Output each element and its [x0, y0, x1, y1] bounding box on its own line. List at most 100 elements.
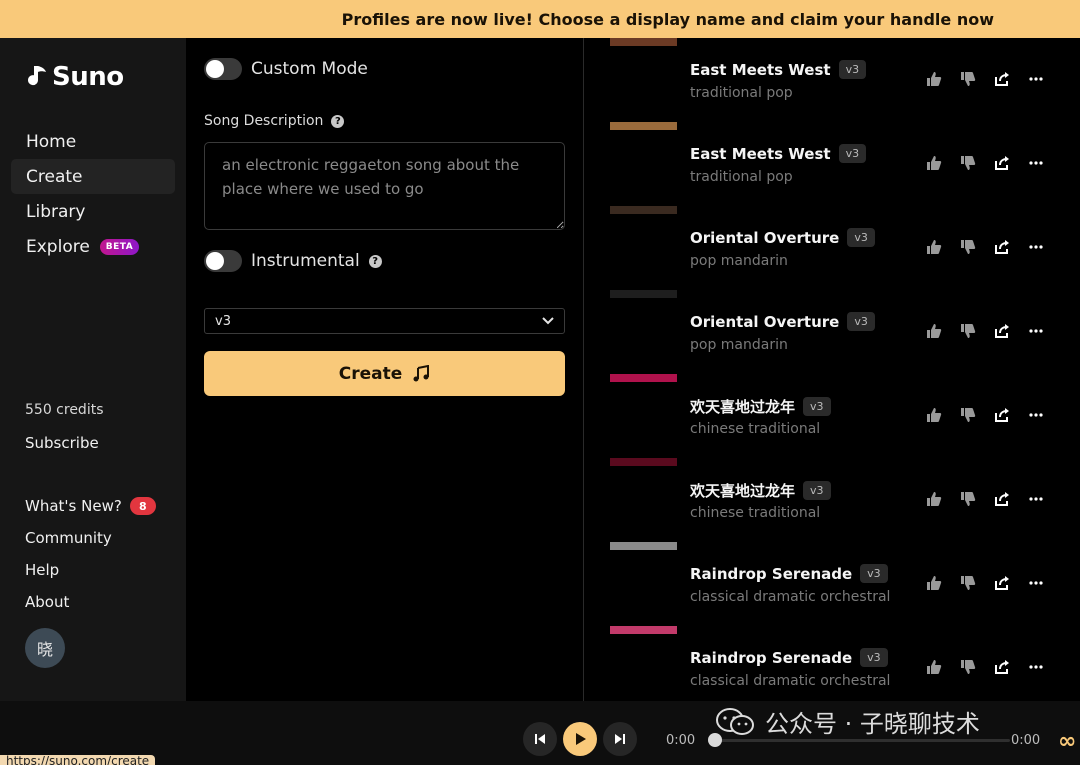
song-cover[interactable]	[610, 374, 677, 458]
question-mark-icon[interactable]: ?	[331, 114, 345, 128]
song-title[interactable]: Raindrop Serenade v3	[690, 648, 888, 667]
song-title[interactable]: East Meets West v3	[690, 60, 867, 79]
thumbs-up-icon[interactable]	[926, 659, 942, 675]
thumbs-up-icon[interactable]	[926, 239, 942, 255]
more-options-icon[interactable]	[1028, 407, 1044, 423]
more-options-icon[interactable]	[1028, 491, 1044, 507]
about-link[interactable]: About	[25, 586, 156, 618]
previous-button[interactable]	[523, 722, 557, 756]
song-description-input[interactable]	[204, 142, 565, 230]
share-icon[interactable]	[994, 659, 1010, 675]
song-genre[interactable]: traditional pop	[690, 85, 793, 101]
song-cover[interactable]	[610, 38, 677, 122]
more-options-icon[interactable]	[1028, 155, 1044, 171]
more-options-icon[interactable]	[1028, 575, 1044, 591]
song-row[interactable]: Raindrop Serenade v3 classical dramatic or…	[584, 542, 1080, 626]
nav-explore[interactable]: Explore BETA	[11, 229, 175, 264]
nav-create[interactable]: Create	[11, 159, 175, 194]
share-icon[interactable]	[994, 71, 1010, 87]
song-genre[interactable]: pop mandarin	[690, 253, 788, 269]
song-row[interactable]: Oriental Overture v3 pop mandarin	[584, 290, 1080, 374]
cover-art-strip	[610, 38, 677, 46]
song-row[interactable]: 欢天喜地过龙年 v3 chinese traditional	[584, 458, 1080, 542]
sidebar: Suno Home Create Library Explore BETA 55…	[0, 38, 186, 701]
custom-mode-toggle[interactable]	[204, 58, 242, 80]
version-badge: v3	[803, 481, 831, 500]
instrumental-row: Instrumental ?	[204, 250, 382, 272]
song-genre[interactable]: chinese traditional	[690, 421, 820, 437]
community-link[interactable]: Community	[25, 522, 156, 554]
song-row[interactable]: 欢天喜地过龙年 v3 chinese traditional	[584, 374, 1080, 458]
nav-library[interactable]: Library	[11, 194, 175, 229]
whats-new-link[interactable]: What's New? 8	[25, 490, 156, 522]
subscribe-link[interactable]: Subscribe	[25, 434, 99, 452]
song-genre[interactable]: classical dramatic orchestral	[690, 673, 890, 689]
thumbs-down-icon[interactable]	[960, 407, 976, 423]
thumbs-down-icon[interactable]	[960, 155, 976, 171]
help-link[interactable]: Help	[25, 554, 156, 586]
more-options-icon[interactable]	[1028, 239, 1044, 255]
create-button[interactable]: Create	[204, 351, 565, 396]
play-button[interactable]	[563, 722, 597, 756]
song-cover[interactable]	[610, 458, 677, 542]
version-badge: v3	[860, 648, 888, 667]
song-genre[interactable]: classical dramatic orchestral	[690, 589, 890, 605]
total-time: 0:00	[1011, 733, 1041, 748]
question-mark-icon[interactable]: ?	[368, 254, 382, 268]
version-badge: v3	[838, 60, 867, 79]
song-row[interactable]: East Meets West v3 traditional pop	[584, 38, 1080, 122]
share-icon[interactable]	[994, 491, 1010, 507]
thumbs-down-icon[interactable]	[960, 323, 976, 339]
thumbs-up-icon[interactable]	[926, 491, 942, 507]
loop-icon[interactable]: ∞	[1058, 729, 1076, 754]
user-avatar[interactable]: 晓	[25, 628, 65, 668]
thumbs-up-icon[interactable]	[926, 323, 942, 339]
share-icon[interactable]	[994, 239, 1010, 255]
song-cover[interactable]	[610, 122, 677, 206]
share-icon[interactable]	[994, 575, 1010, 591]
more-options-icon[interactable]	[1028, 323, 1044, 339]
share-icon[interactable]	[994, 407, 1010, 423]
thumbs-up-icon[interactable]	[926, 407, 942, 423]
song-row[interactable]: Raindrop Serenade v3 classical dramatic or…	[584, 626, 1080, 701]
song-cover[interactable]	[610, 626, 677, 701]
song-title[interactable]: East Meets West v3	[690, 144, 867, 163]
next-button[interactable]	[603, 722, 637, 756]
progress-track[interactable]	[715, 739, 1010, 742]
song-title[interactable]: Raindrop Serenade v3	[690, 564, 888, 583]
share-icon[interactable]	[994, 155, 1010, 171]
song-title[interactable]: 欢天喜地过龙年 v3	[690, 396, 831, 417]
progress-knob[interactable]	[708, 733, 722, 747]
song-title[interactable]: Oriental Overture v3	[690, 228, 875, 247]
main-nav: Home Create Library Explore BETA	[11, 124, 175, 264]
banner-text[interactable]: Profiles are now live! Choose a display …	[342, 10, 994, 29]
song-actions	[926, 491, 1044, 507]
song-title[interactable]: Oriental Overture v3	[690, 312, 875, 331]
song-genre[interactable]: pop mandarin	[690, 337, 788, 353]
thumbs-down-icon[interactable]	[960, 71, 976, 87]
thumbs-up-icon[interactable]	[926, 575, 942, 591]
more-options-icon[interactable]	[1028, 659, 1044, 675]
announcement-banner[interactable]: Profiles are now live! Choose a display …	[0, 0, 1080, 38]
more-options-icon[interactable]	[1028, 71, 1044, 87]
song-genre[interactable]: traditional pop	[690, 169, 793, 185]
thumbs-up-icon[interactable]	[926, 155, 942, 171]
nav-home[interactable]: Home	[11, 124, 175, 159]
thumbs-up-icon[interactable]	[926, 71, 942, 87]
song-row[interactable]: Oriental Overture v3 pop mandarin	[584, 206, 1080, 290]
thumbs-down-icon[interactable]	[960, 659, 976, 675]
watermark-text: 公众号 · 子晓聊技术	[765, 710, 980, 738]
song-cover[interactable]	[610, 206, 677, 290]
thumbs-down-icon[interactable]	[960, 239, 976, 255]
model-version-select[interactable]: v3	[204, 308, 565, 334]
instrumental-toggle[interactable]	[204, 250, 242, 272]
share-icon[interactable]	[994, 323, 1010, 339]
song-cover[interactable]	[610, 290, 677, 374]
thumbs-down-icon[interactable]	[960, 575, 976, 591]
song-cover[interactable]	[610, 542, 677, 626]
song-title[interactable]: 欢天喜地过龙年 v3	[690, 480, 831, 501]
song-genre[interactable]: chinese traditional	[690, 505, 820, 521]
suno-logo[interactable]: Suno	[24, 62, 124, 92]
song-row[interactable]: East Meets West v3 traditional pop	[584, 122, 1080, 206]
thumbs-down-icon[interactable]	[960, 491, 976, 507]
